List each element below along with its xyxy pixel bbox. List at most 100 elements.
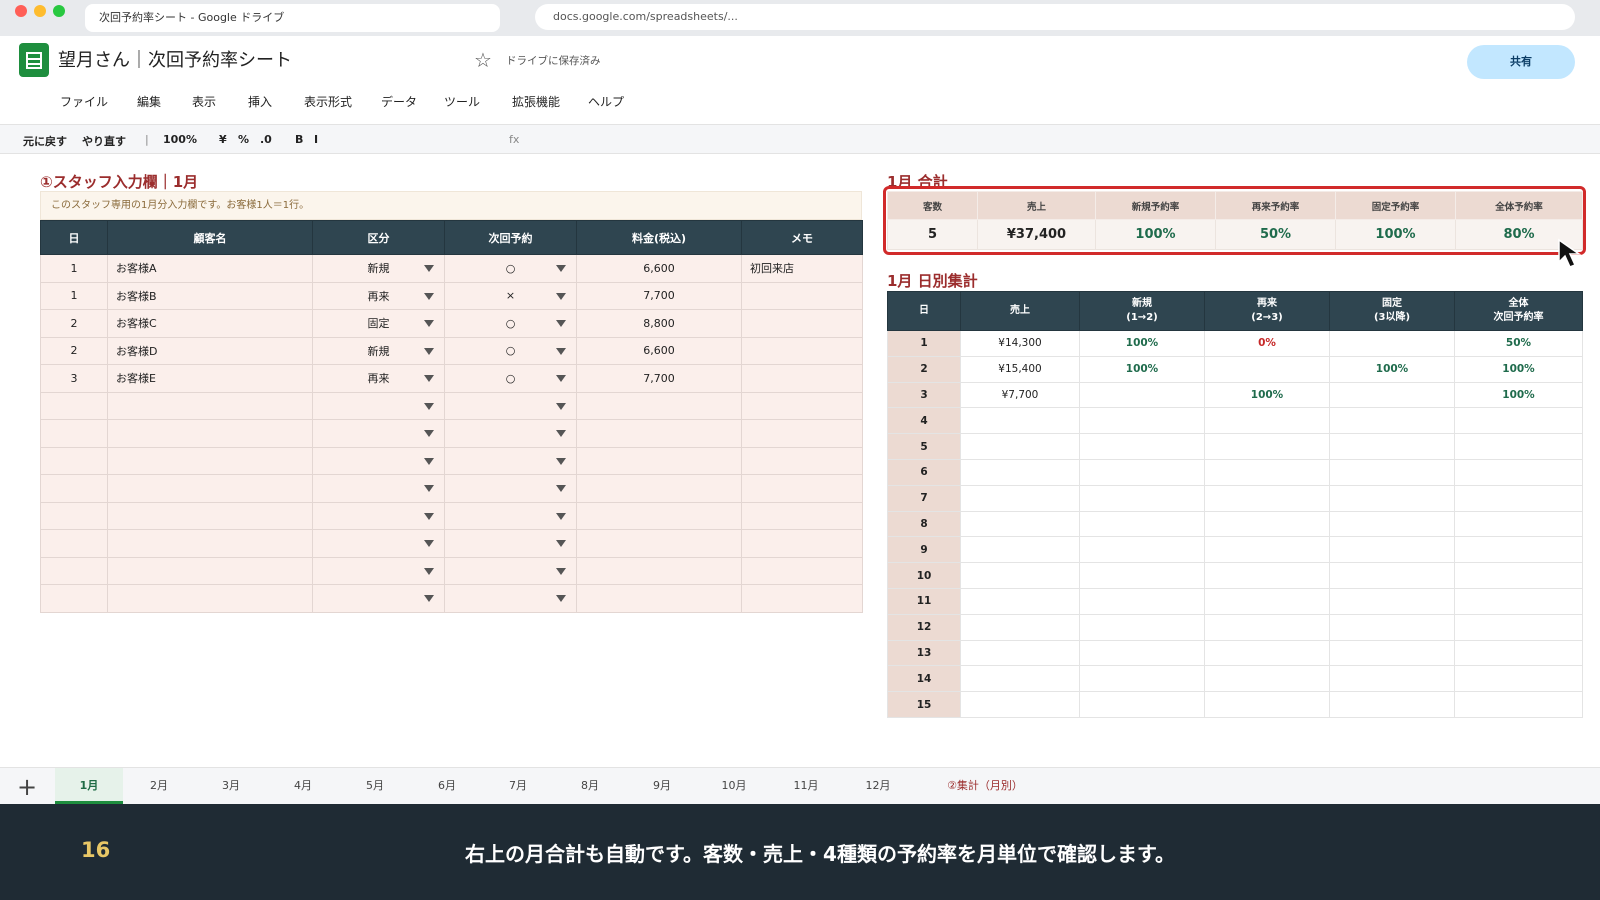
daily-cell-sales[interactable]	[960, 639, 1080, 667]
sheet-tab[interactable]: ②集計（月別）	[920, 768, 1050, 804]
daily-cell-new[interactable]	[1079, 562, 1205, 589]
cell-day[interactable]: 2	[40, 336, 108, 365]
share-button[interactable]: 共有	[1467, 45, 1575, 79]
dropdown-caret-icon[interactable]	[556, 402, 566, 410]
cell-memo[interactable]	[741, 336, 863, 365]
cell-category-dropdown[interactable]: 固定	[312, 309, 445, 338]
daily-cell-new[interactable]	[1079, 510, 1205, 538]
daily-cell-fixed[interactable]	[1329, 587, 1455, 615]
cell-memo[interactable]	[741, 281, 863, 310]
window-maximize-icon[interactable]	[53, 5, 65, 17]
sheet-tab[interactable]: 7月	[484, 768, 552, 804]
dropdown-caret-icon[interactable]	[556, 347, 566, 355]
menu-format[interactable]: 表示形式	[304, 93, 359, 111]
document-title[interactable]: 望月さん｜次回予約率シート	[58, 46, 292, 72]
sheet-tab[interactable]: 5月	[341, 768, 409, 804]
zoom-select[interactable]: 100%	[163, 133, 197, 146]
dropdown-caret-icon[interactable]	[424, 375, 434, 382]
daily-cell-repeat[interactable]	[1204, 613, 1330, 641]
dropdown-caret-icon[interactable]	[424, 430, 434, 437]
window-close-icon[interactable]	[15, 5, 27, 17]
dropdown-caret-icon[interactable]	[556, 485, 566, 492]
cell-fee[interactable]	[576, 529, 742, 558]
cell-memo[interactable]	[741, 309, 863, 338]
daily-cell-fixed[interactable]	[1329, 665, 1455, 693]
menu-extensions[interactable]: 拡張機能	[512, 93, 566, 111]
sheet-tab[interactable]: 9月	[628, 768, 696, 804]
daily-cell-new[interactable]	[1079, 458, 1205, 486]
cell-customer-name[interactable]: お客様E	[107, 364, 313, 393]
cell-day[interactable]	[40, 474, 108, 503]
cell-customer-name[interactable]	[107, 474, 313, 503]
daily-cell-day[interactable]: 14	[887, 665, 961, 693]
cell-day[interactable]	[40, 501, 108, 530]
cell-customer-name[interactable]: お客様D	[107, 336, 313, 365]
cell-customer-name[interactable]: お客様A	[107, 254, 313, 283]
daily-cell-day[interactable]: 1	[887, 330, 961, 357]
cell-memo[interactable]	[741, 419, 863, 448]
cell-customer-name[interactable]	[107, 584, 313, 613]
daily-cell-day[interactable]: 8	[887, 510, 961, 538]
sheet-tab[interactable]: 11月	[772, 768, 840, 804]
add-sheet-icon[interactable]: +	[17, 770, 37, 804]
dropdown-caret-icon[interactable]	[424, 595, 434, 602]
cell-fee[interactable]	[576, 556, 742, 585]
daily-cell-repeat[interactable]	[1204, 639, 1330, 667]
menu-help[interactable]: ヘルプ	[588, 93, 624, 111]
sheet-tab[interactable]: 4月	[269, 768, 337, 804]
cell-category-dropdown[interactable]	[312, 446, 445, 475]
dropdown-caret-icon[interactable]	[556, 512, 566, 520]
cell-next-booking-dropdown[interactable]	[444, 419, 577, 448]
daily-cell-day[interactable]: 11	[887, 587, 961, 615]
cell-customer-name[interactable]	[107, 501, 313, 530]
cell-fee[interactable]: 6,600	[576, 336, 742, 365]
daily-cell-day[interactable]: 13	[887, 639, 961, 667]
cell-customer-name[interactable]	[107, 419, 313, 448]
cell-memo[interactable]	[741, 529, 863, 558]
cell-category-dropdown[interactable]	[312, 556, 445, 585]
cell-next-booking-dropdown[interactable]	[444, 501, 577, 530]
menu-data[interactable]: データ	[381, 93, 422, 111]
cell-category-dropdown[interactable]	[312, 529, 445, 558]
daily-cell-repeat[interactable]: 100%	[1204, 381, 1330, 409]
cell-customer-name[interactable]	[107, 446, 313, 475]
menu-tools[interactable]: ツール	[444, 93, 490, 111]
daily-cell-repeat[interactable]	[1204, 665, 1330, 693]
browser-tab[interactable]: 次回予約率シート - Google ドライブ	[85, 4, 500, 32]
daily-cell-new[interactable]	[1079, 484, 1205, 512]
daily-cell-new[interactable]: 100%	[1079, 330, 1205, 357]
daily-cell-fixed[interactable]: 100%	[1329, 355, 1455, 383]
cell-customer-name[interactable]	[107, 391, 313, 420]
cell-next-booking-dropdown[interactable]: ×	[444, 281, 577, 310]
daily-cell-repeat[interactable]: 0%	[1204, 330, 1330, 357]
decimal-button[interactable]: .0	[260, 133, 272, 146]
cell-next-booking-dropdown[interactable]: ○	[444, 309, 577, 338]
cell-category-dropdown[interactable]	[312, 391, 445, 420]
cell-customer-name[interactable]: お客様C	[107, 309, 313, 338]
daily-cell-day[interactable]: 10	[887, 562, 961, 589]
sheet-tab[interactable]: 10月	[700, 768, 768, 804]
daily-cell-total[interactable]	[1454, 433, 1583, 460]
cell-fee[interactable]	[576, 446, 742, 475]
daily-cell-repeat[interactable]	[1204, 587, 1330, 615]
summary-fixed-rate-value[interactable]: 100%	[1335, 219, 1456, 250]
daily-cell-day[interactable]: 9	[887, 536, 961, 564]
dropdown-caret-icon[interactable]	[424, 567, 434, 575]
daily-cell-fixed[interactable]	[1329, 510, 1455, 538]
daily-cell-sales[interactable]	[960, 407, 1080, 435]
daily-cell-total[interactable]: 50%	[1454, 330, 1583, 357]
daily-cell-fixed[interactable]	[1329, 433, 1455, 460]
daily-cell-repeat[interactable]	[1204, 484, 1330, 512]
daily-cell-total[interactable]	[1454, 407, 1583, 435]
daily-cell-fixed[interactable]	[1329, 562, 1455, 589]
cell-fee[interactable]: 8,800	[576, 309, 742, 338]
dropdown-caret-icon[interactable]	[424, 320, 434, 327]
daily-cell-new[interactable]	[1079, 433, 1205, 460]
cell-memo[interactable]	[741, 501, 863, 530]
menu-edit[interactable]: 編集	[137, 93, 170, 111]
dropdown-caret-icon[interactable]	[556, 457, 566, 465]
daily-cell-day[interactable]: 5	[887, 433, 961, 460]
daily-cell-repeat[interactable]	[1204, 691, 1330, 718]
daily-cell-sales[interactable]: ¥7,700	[960, 381, 1080, 409]
daily-cell-total[interactable]	[1454, 458, 1583, 486]
